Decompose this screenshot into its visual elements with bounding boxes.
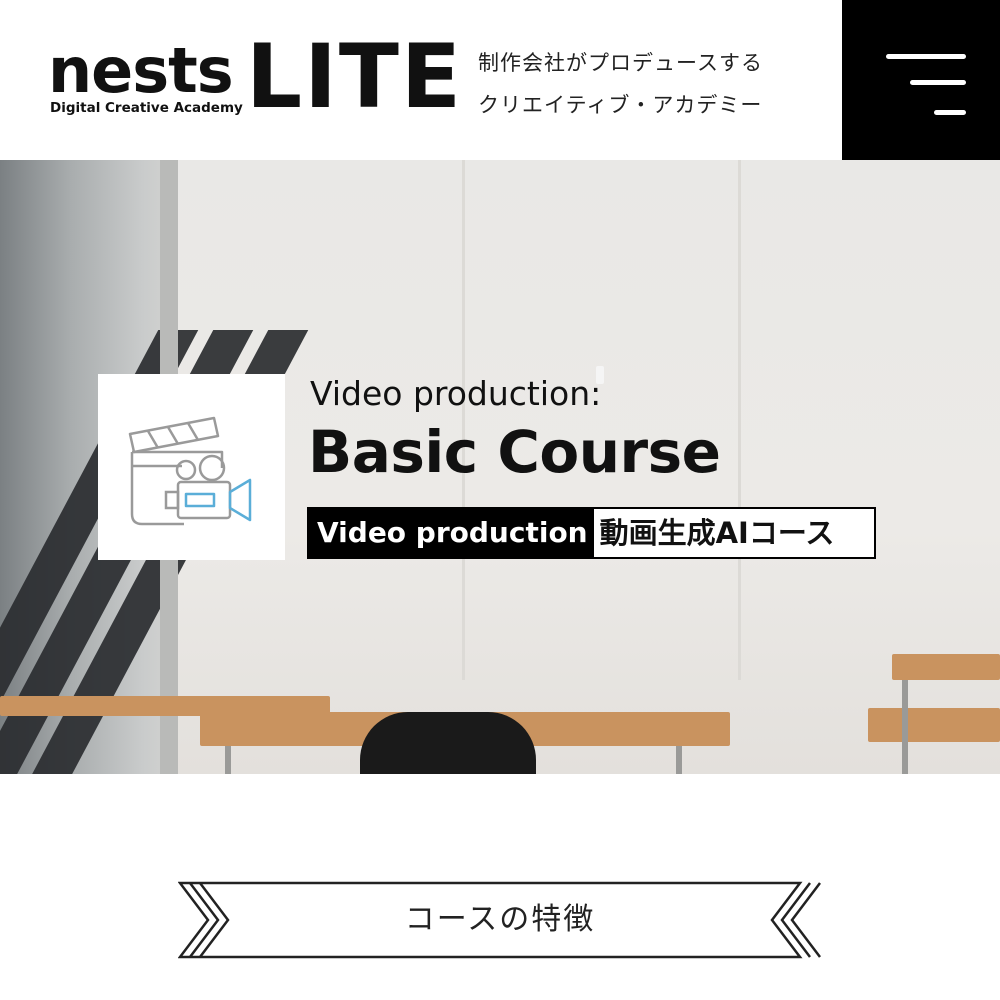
wall-seam	[738, 160, 741, 680]
logo-wordmark: nests	[48, 34, 234, 107]
hero-subtitle: Video production:	[310, 374, 602, 413]
tagline-line-1: 制作会社がプロデュースする	[478, 51, 763, 75]
menu-line-top	[886, 54, 966, 59]
tagline-line-2: クリエイティブ・アカデミー	[478, 93, 763, 117]
desk-leg	[676, 746, 682, 774]
course-tag-japanese: 動画生成AIコース	[599, 516, 835, 550]
desk-leg	[225, 746, 231, 774]
desk	[868, 708, 1000, 742]
section-heading: コースの特徴	[178, 881, 822, 959]
hero-title: Basic Course	[308, 418, 721, 486]
hero-banner: Video production: Basic Course Video pro…	[0, 160, 1000, 774]
desk	[892, 654, 1000, 680]
menu-button[interactable]	[842, 0, 1000, 160]
video-camera-clapperboard-icon	[128, 416, 252, 526]
office-chair	[360, 712, 536, 774]
site-logo[interactable]: nests Digital Creative Academy LITE	[48, 32, 461, 126]
header-tagline: 制作会社がプロデュースする クリエイティブ・アカデミー	[478, 42, 763, 126]
course-tag: Video production 動画生成AIコース	[307, 507, 877, 559]
desk-leg	[902, 680, 908, 774]
course-tag-english: Video production	[309, 509, 594, 557]
logo-lite: LITE	[246, 25, 463, 128]
site-header: nests Digital Creative Academy LITE 制作会社…	[0, 0, 1000, 160]
menu-line-bottom	[934, 110, 966, 115]
menu-line-middle	[910, 80, 966, 85]
course-icon-card	[98, 374, 285, 560]
logo-subtitle: Digital Creative Academy	[50, 100, 243, 116]
section-title: コースの特徴	[404, 902, 596, 937]
